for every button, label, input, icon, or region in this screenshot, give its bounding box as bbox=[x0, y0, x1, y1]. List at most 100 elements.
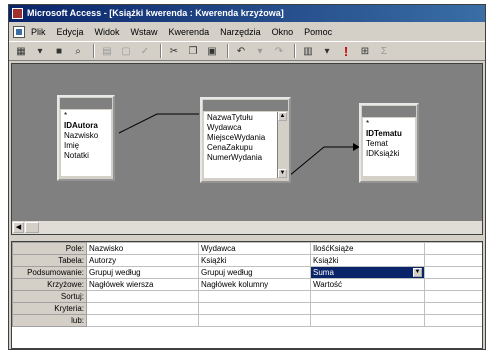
document-icon[interactable] bbox=[13, 25, 25, 38]
field-item[interactable]: * bbox=[64, 111, 108, 121]
grid-cell[interactable] bbox=[198, 302, 311, 315]
spelling-icon[interactable]: ✓ bbox=[137, 43, 153, 59]
field-item[interactable]: IDKsiążki bbox=[366, 149, 412, 159]
field-item[interactable]: * bbox=[366, 119, 412, 129]
grid-cell[interactable] bbox=[424, 290, 482, 303]
print-icon[interactable]: ▤ bbox=[99, 43, 115, 59]
field-item[interactable]: Wydawca bbox=[207, 123, 275, 133]
grid-cell[interactable]: ▼ Suma bbox=[310, 266, 425, 279]
chevron-down-icon[interactable]: ▼ bbox=[413, 267, 422, 277]
menu-file[interactable]: Plik bbox=[31, 27, 46, 37]
grid-cell[interactable] bbox=[424, 242, 482, 255]
table-box-authors[interactable]: * IDAutora Nazwisko Imię Notatki bbox=[57, 95, 115, 181]
grid-cell[interactable] bbox=[424, 254, 482, 267]
grid-cell[interactable] bbox=[424, 278, 482, 291]
preview-icon[interactable]: ▢ bbox=[118, 43, 134, 59]
copy-icon[interactable]: ❐ bbox=[185, 43, 201, 59]
grid-cell[interactable]: Autorzy bbox=[86, 254, 199, 267]
grid-cell[interactable]: Wartość bbox=[310, 278, 425, 291]
pane-splitter[interactable] bbox=[9, 236, 485, 240]
grid-cell[interactable]: Grupuj według bbox=[86, 266, 199, 279]
scroll-down-icon[interactable]: ▼ bbox=[278, 169, 287, 178]
access-app-icon[interactable] bbox=[12, 8, 23, 19]
menu-edit[interactable]: Edycja bbox=[57, 27, 84, 37]
scroll-thumb[interactable] bbox=[25, 222, 39, 233]
chevron-down-icon[interactable]: ▾ bbox=[32, 43, 48, 59]
grid-row: Podsumowanie: Grupuj według Grupuj według ▼… bbox=[12, 266, 482, 279]
grid-cell[interactable] bbox=[86, 290, 199, 303]
table-title-bar[interactable] bbox=[203, 100, 288, 111]
field-item[interactable]: NazwaTytułu bbox=[207, 113, 275, 123]
field-item[interactable]: CenaZakupu bbox=[207, 143, 275, 153]
table-box-topics[interactable]: * IDTematu Temat IDKsiążki bbox=[359, 103, 419, 183]
join-line-books-topics bbox=[288, 146, 358, 177]
design-grid-table: Pole: Nazwisko Wydawca IlośćKsiąże Tabela: Au… bbox=[12, 242, 482, 327]
scroll-left-icon[interactable]: ◀ bbox=[13, 222, 24, 233]
query-type-icon[interactable]: ▥ bbox=[300, 43, 316, 59]
show-table-icon[interactable]: ⊞ bbox=[357, 43, 373, 59]
table-pane-hscrollbar[interactable]: ◀ bbox=[12, 220, 482, 234]
title-bar: Microsoft Access - [Książki kwerenda : K… bbox=[9, 5, 485, 22]
menu-insert[interactable]: Wstaw bbox=[131, 27, 158, 37]
grid-cell[interactable] bbox=[424, 302, 482, 315]
toolbar-separator bbox=[227, 44, 229, 58]
grid-cell[interactable] bbox=[424, 266, 482, 279]
field-item[interactable]: Temat bbox=[366, 139, 412, 149]
grid-cell[interactable] bbox=[424, 314, 482, 327]
grid-row: Pole: Nazwisko Wydawca IlośćKsiąże bbox=[12, 242, 482, 255]
grid-cell[interactable]: Nagłówek wiersza bbox=[86, 278, 199, 291]
chevron-down-icon[interactable]: ▾ bbox=[319, 43, 335, 59]
grid-cell-value[interactable]: Suma bbox=[313, 268, 334, 277]
grid-cell[interactable] bbox=[310, 290, 425, 303]
grid-row-label: Kryteria: bbox=[12, 302, 87, 315]
grid-cell[interactable] bbox=[310, 302, 425, 315]
chevron-down-icon[interactable]: ▾ bbox=[252, 43, 268, 59]
field-list: NazwaTytułu Wydawca MiejsceWydania CenaZ… bbox=[204, 112, 287, 178]
field-list-scrollbar[interactable]: ▲ ▼ bbox=[277, 112, 287, 178]
grid-cell[interactable]: Grupuj według bbox=[198, 266, 311, 279]
menu-view[interactable]: Widok bbox=[95, 27, 120, 37]
field-item-key[interactable]: IDTematu bbox=[366, 129, 412, 139]
totals-icon[interactable]: Σ bbox=[376, 43, 392, 59]
grid-cell[interactable]: IlośćKsiąże bbox=[310, 242, 425, 255]
field-item-key[interactable]: IDAutora bbox=[64, 121, 108, 131]
run-query-icon[interactable]: ! bbox=[338, 43, 354, 59]
grid-cell[interactable] bbox=[198, 290, 311, 303]
grid-row-label: Tabela: bbox=[12, 254, 87, 267]
grid-cell[interactable]: Książki bbox=[198, 254, 311, 267]
grid-cell[interactable]: Nagłówek kolumny bbox=[198, 278, 311, 291]
scroll-up-icon[interactable]: ▲ bbox=[278, 112, 287, 121]
field-item[interactable]: NumerWydania bbox=[207, 153, 275, 163]
grid-cell[interactable]: Wydawca bbox=[198, 242, 311, 255]
menu-window[interactable]: Okno bbox=[272, 27, 294, 37]
field-item[interactable]: Notatki bbox=[64, 151, 108, 161]
menu-query[interactable]: Kwerenda bbox=[169, 27, 210, 37]
grid-row-label: Pole: bbox=[12, 242, 87, 255]
undo-icon[interactable]: ↶ bbox=[233, 43, 249, 59]
grid-cell[interactable] bbox=[198, 314, 311, 327]
save-icon[interactable]: ■ bbox=[51, 43, 67, 59]
field-item[interactable]: Nazwisko bbox=[64, 131, 108, 141]
grid-cell[interactable]: Nazwisko bbox=[86, 242, 199, 255]
grid-row: Kryteria: bbox=[12, 302, 482, 315]
menu-help[interactable]: Pomoc bbox=[304, 27, 332, 37]
table-title-bar[interactable] bbox=[60, 98, 112, 109]
view-icon[interactable]: ▦ bbox=[13, 43, 29, 59]
table-pane: * IDAutora Nazwisko Imię Notatki NazwaTy… bbox=[11, 63, 483, 235]
redo-icon[interactable]: ↷ bbox=[271, 43, 287, 59]
grid-cell[interactable] bbox=[310, 314, 425, 327]
grid-cell[interactable]: Książki bbox=[310, 254, 425, 267]
table-title-bar[interactable] bbox=[362, 106, 416, 117]
search-icon[interactable]: ⌕ bbox=[70, 43, 86, 59]
grid-row-label: Sortuj: bbox=[12, 290, 87, 303]
paste-icon[interactable]: ▣ bbox=[204, 43, 220, 59]
grid-cell[interactable] bbox=[86, 314, 199, 327]
menu-tools[interactable]: Narzędzia bbox=[220, 27, 261, 37]
table-box-books[interactable]: NazwaTytułu Wydawca MiejsceWydania CenaZ… bbox=[200, 97, 291, 183]
grid-cell[interactable] bbox=[86, 302, 199, 315]
toolbar-separator bbox=[160, 44, 162, 58]
field-item[interactable]: MiejsceWydania bbox=[207, 133, 275, 143]
cut-icon[interactable]: ✂ bbox=[166, 43, 182, 59]
field-item[interactable]: Imię bbox=[64, 141, 108, 151]
toolbar-separator bbox=[93, 44, 95, 58]
